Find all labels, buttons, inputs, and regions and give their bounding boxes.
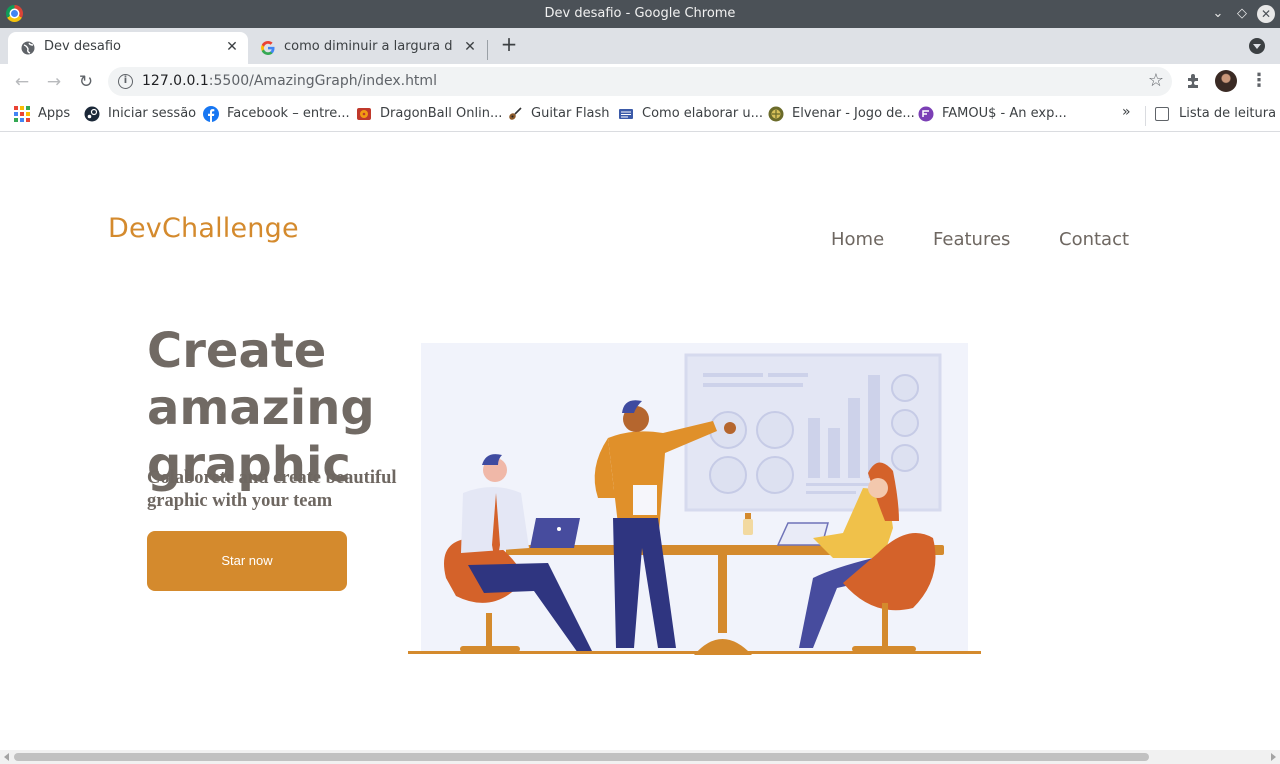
- nav-link-features[interactable]: Features: [933, 229, 1010, 250]
- floor-line: [408, 651, 981, 654]
- back-button[interactable]: ←: [10, 70, 34, 94]
- bookmark-label: Iniciar sessão: [108, 106, 197, 121]
- bookmark-label: DragonBall Onlin...: [380, 106, 503, 121]
- forward-button[interactable]: →: [42, 70, 66, 94]
- more-bookmarks-chevron-icon[interactable]: »: [1122, 104, 1131, 120]
- bookmark-label: Facebook – entre...: [227, 106, 350, 121]
- bookmark-label: FAMOU$ - An exp...: [942, 106, 1067, 121]
- url-text[interactable]: 127.0.0.1:5500/AmazingGraph/index.html: [142, 73, 437, 89]
- doc-icon: [619, 109, 633, 119]
- bookmark-label: Guitar Flash: [531, 106, 610, 121]
- url-path: :5500/AmazingGraph/index.html: [208, 73, 437, 89]
- reading-list-label: Lista de leitura: [1179, 106, 1277, 121]
- tab-separator: [487, 40, 488, 60]
- bookmark-label: Elvenar - Jogo de...: [792, 106, 915, 121]
- reading-list-icon: [1155, 107, 1169, 121]
- url-host: 127.0.0.1: [142, 73, 209, 89]
- close-window-button[interactable]: ✕: [1257, 5, 1275, 23]
- scrollbar-thumb[interactable]: [14, 753, 1149, 761]
- tab-label: como diminuir a largura das l: [284, 39, 452, 54]
- facebook-icon: [203, 106, 219, 122]
- profile-avatar[interactable]: [1215, 70, 1237, 92]
- hero-subtitle: Colaborete and create beautiful graphic …: [147, 468, 397, 511]
- tab-search-icon[interactable]: [1249, 38, 1265, 54]
- close-tab-icon[interactable]: ✕: [223, 38, 241, 56]
- laptop-left: [530, 518, 580, 548]
- nav-link-contact[interactable]: Contact: [1059, 229, 1129, 250]
- tab-dev-desafio[interactable]: Dev desafio ✕: [8, 32, 248, 64]
- nav-link-home[interactable]: Home: [831, 229, 884, 250]
- dragonball-icon: [357, 108, 371, 120]
- globe-icon: [21, 41, 35, 55]
- bookmarks-bar: Apps Iniciar sessão Facebook – entre... …: [0, 98, 1280, 132]
- extensions-puzzle-icon[interactable]: [1184, 71, 1204, 91]
- page-viewport: DevChallenge Home Features Contact Creat…: [0, 133, 1280, 750]
- star-now-button[interactable]: Star now: [147, 531, 347, 591]
- google-icon: [261, 41, 275, 55]
- guitar-icon: [509, 107, 522, 120]
- site-logo[interactable]: DevChallenge: [108, 213, 299, 244]
- tab-strip: Dev desafio ✕ como diminuir a largura da…: [0, 28, 1280, 64]
- tab-google-search[interactable]: como diminuir a largura das l ✕: [248, 32, 488, 64]
- window-title: Dev desafio - Google Chrome: [544, 6, 736, 21]
- horizontal-scrollbar[interactable]: [0, 750, 1280, 764]
- browser-toolbar: ← → ↻ i 127.0.0.1:5500/AmazingGraph/inde…: [0, 64, 1280, 98]
- site-info-icon[interactable]: i: [118, 74, 133, 89]
- scroll-right-arrow-icon[interactable]: [1271, 753, 1276, 761]
- famous-icon: [918, 106, 934, 122]
- apps-grid-icon: [14, 106, 30, 122]
- chrome-menu-icon[interactable]: ⋮: [1250, 70, 1268, 92]
- address-bar[interactable]: i 127.0.0.1:5500/AmazingGraph/index.html…: [108, 67, 1172, 96]
- new-tab-button[interactable]: +: [498, 34, 520, 56]
- close-tab-icon[interactable]: ✕: [461, 38, 479, 56]
- tab-label: Dev desafio: [44, 39, 121, 54]
- bookmarks-divider: [1145, 106, 1146, 126]
- bookmark-label: Como elaborar u...: [642, 106, 763, 121]
- window-titlebar: Dev desafio - Google Chrome ⌄ ◇ ✕: [0, 0, 1280, 28]
- maximize-button[interactable]: ◇: [1232, 4, 1252, 24]
- bookmark-label: Apps: [38, 106, 71, 121]
- minimize-button[interactable]: ⌄: [1208, 4, 1228, 24]
- elvenar-icon: [768, 106, 784, 122]
- bookmark-star-icon[interactable]: ☆: [1148, 70, 1164, 91]
- reload-button[interactable]: ↻: [74, 70, 98, 94]
- scroll-left-arrow-icon[interactable]: [4, 753, 9, 761]
- steam-icon: [84, 106, 100, 122]
